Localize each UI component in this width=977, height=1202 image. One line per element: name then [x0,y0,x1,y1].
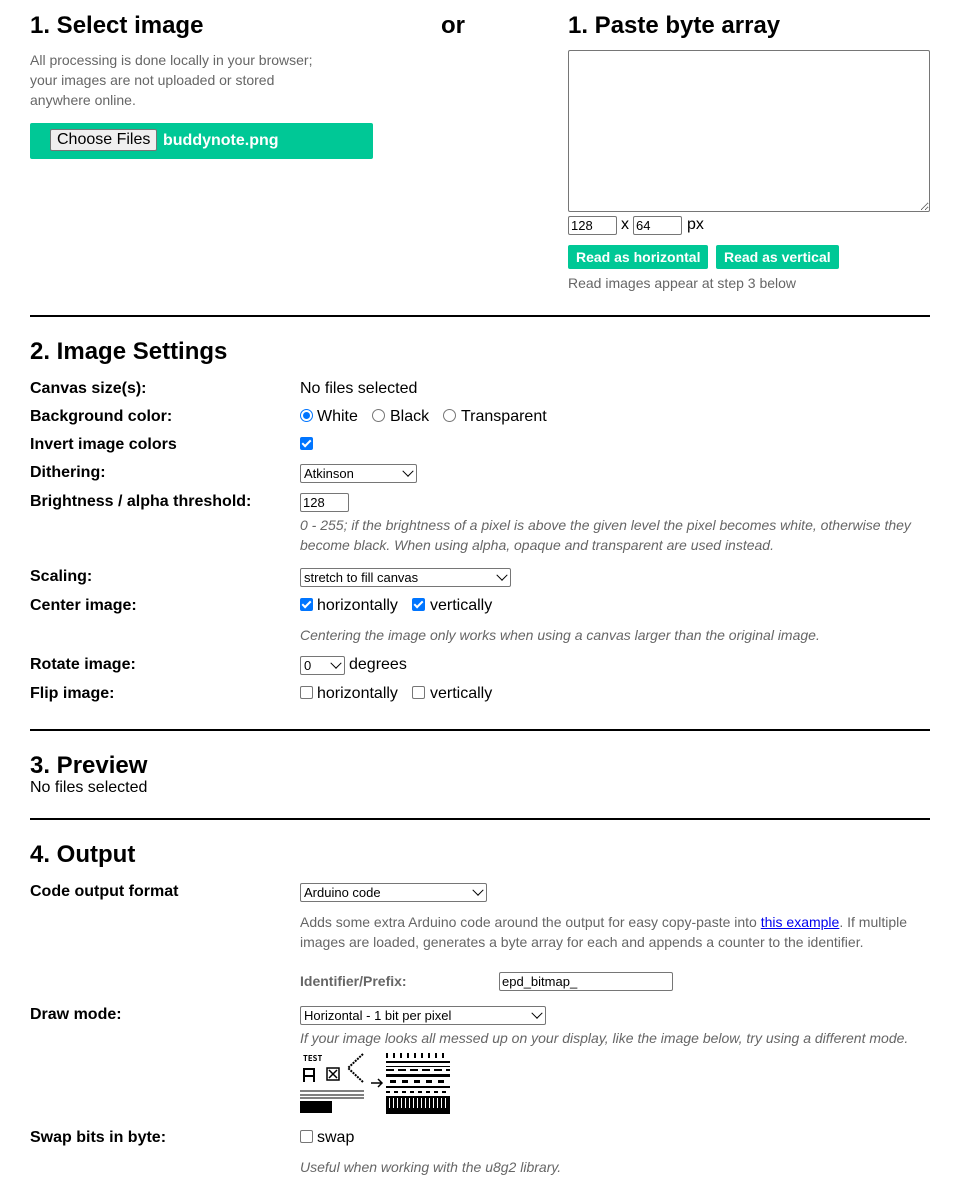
chevron-down-icon [472,884,484,896]
selected-file-name: buddynote.png [163,132,279,149]
example-link[interactable]: this example [761,914,840,930]
draw-mode-label: Draw mode: [30,1006,122,1023]
bg-transparent-label: Transparent [461,408,547,425]
scaling-select[interactable]: stretch to fill canvas [300,568,511,587]
canvas-size-value: No files selected [300,380,418,397]
rotate-image-label: Rotate image: [30,656,136,673]
read-vertical-button[interactable]: Read as vertical [716,245,839,269]
center-vertically-label: vertically [430,597,493,614]
x-label: x [621,216,629,233]
swap-bits-hint: Useful when working with the u8g2 librar… [300,1159,562,1175]
brightness-hint: 0 - 255; if the brightness of a pixel is… [300,517,911,553]
degrees-label: degrees [349,656,407,673]
flip-vertically-checkbox[interactable] [412,686,425,699]
invert-colors-checkbox[interactable] [300,437,313,450]
chevron-down-icon [531,1007,543,1019]
draw-mode-select[interactable]: Horizontal - 1 bit per pixel [300,1006,546,1025]
brightness-input[interactable] [300,493,349,512]
bg-black-label: Black [390,408,430,425]
code-format-select[interactable]: Arduino code [300,883,487,902]
canvas-size-label: Canvas size(s): [30,380,147,397]
privacy-note: All processing is done locally in your b… [30,52,313,108]
scaling-label: Scaling: [30,568,93,585]
or-label: or [441,12,465,39]
preview-status: No files selected [30,779,148,796]
flip-image-label: Flip image: [30,685,115,702]
chevron-down-icon [330,657,342,669]
dithering-label: Dithering: [30,464,106,481]
px-label: px [687,216,704,233]
center-horizontally-label: horizontally [317,597,398,614]
chevron-down-icon [402,465,414,477]
height-input[interactable] [633,216,682,235]
bg-white-label: White [317,408,358,425]
draw-mode-hint: If your image looks all messed up on you… [300,1030,909,1046]
center-hint: Centering the image only works when usin… [300,627,820,643]
preview-title: 3. Preview [30,752,148,779]
brightness-label: Brightness / alpha threshold: [30,493,252,510]
paste-byte-array-title: 1. Paste byte array [568,12,781,39]
width-input[interactable] [568,216,617,235]
divider [30,315,930,317]
draw-mode-example-image: TEST [300,1052,455,1116]
background-color-label: Background color: [30,408,173,425]
divider [30,818,930,820]
center-vertically-checkbox[interactable] [412,598,425,611]
bg-black-radio[interactable] [372,409,385,422]
read-horizontal-button[interactable]: Read as horizontal [568,245,709,269]
output-title: 4. Output [30,841,136,868]
invert-colors-label: Invert image colors [30,436,177,453]
dithering-select[interactable]: Atkinson [300,464,417,483]
flip-horizontally-checkbox[interactable] [300,686,313,699]
image-settings-title: 2. Image Settings [30,338,228,365]
swap-bits-checkbox[interactable] [300,1130,313,1143]
bg-white-radio[interactable] [300,409,313,422]
file-input-bar[interactable]: Choose Files buddynote.png [30,123,373,159]
bg-transparent-radio[interactable] [443,409,456,422]
chevron-down-icon [496,569,508,581]
choose-files-button[interactable]: Choose Files [50,129,158,151]
center-image-label: Center image: [30,597,137,614]
flip-horizontally-label: horizontally [317,685,398,702]
flip-vertically-label: vertically [430,685,493,702]
byte-array-textarea[interactable] [568,50,930,212]
center-horizontally-checkbox[interactable] [300,598,313,611]
select-image-title: 1. Select image [30,12,204,39]
swap-bits-option-label: swap [317,1129,355,1146]
read-note: Read images appear at step 3 below [568,275,797,291]
code-format-label: Code output format [30,883,179,900]
identifier-input[interactable] [499,972,673,991]
swap-bits-label: Swap bits in byte: [30,1129,167,1146]
divider [30,729,930,731]
rotate-select[interactable]: 0 [300,656,345,675]
format-hint: Adds some extra Arduino code around the … [300,914,908,950]
identifier-label: Identifier/Prefix: [300,973,407,989]
